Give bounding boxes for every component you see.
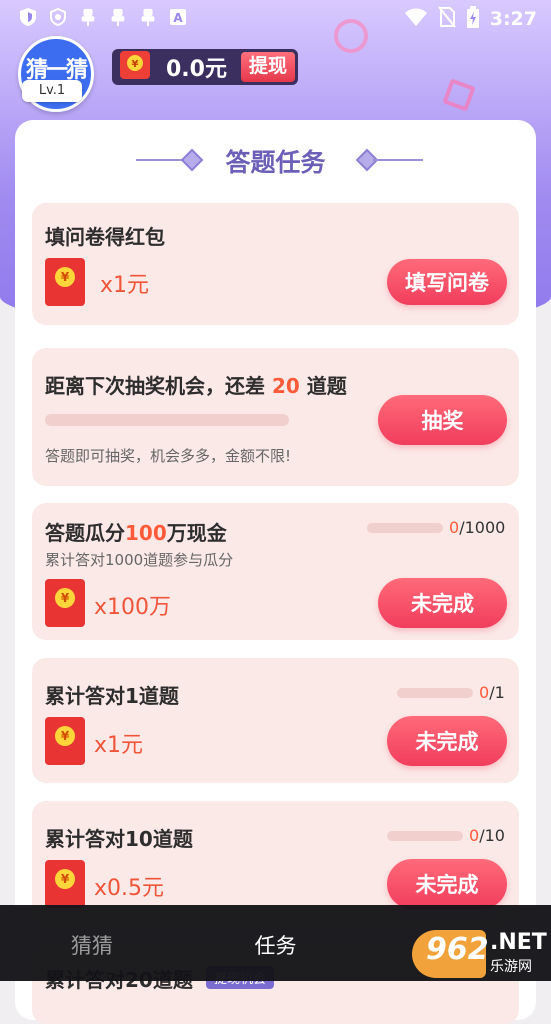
red-packet-icon: ¥: [45, 717, 85, 765]
red-packet-icon: ¥: [45, 579, 85, 627]
task-count: 0/1000: [449, 518, 505, 537]
red-packet-icon: ¥: [45, 258, 85, 306]
wifi-icon: [404, 7, 428, 31]
incomplete-button[interactable]: 未完成: [387, 716, 507, 766]
task-count: 0/1: [479, 683, 505, 702]
svg-text:A: A: [173, 11, 183, 25]
title-highlight: 20: [271, 374, 300, 398]
count-current: 0: [469, 826, 480, 845]
section-header: 答题任务: [0, 140, 551, 180]
nav-item-tasks[interactable]: 任务: [184, 905, 368, 981]
task-reward: x1元: [94, 733, 144, 758]
status-time: 3:27: [489, 8, 537, 30]
task-progress-bar: [397, 688, 473, 698]
title-prefix: 答题瓜分: [45, 521, 125, 545]
balance-pill: ¥ 0.0元 提现: [112, 49, 298, 85]
task-count: 0/10: [469, 826, 505, 845]
incomplete-button[interactable]: 未完成: [378, 578, 507, 628]
task-title: 累计答对10道题: [45, 827, 193, 851]
task-subtitle: 累计答对1000道题参与瓜分: [45, 551, 234, 569]
title-suffix: 万现金: [166, 521, 227, 545]
watermark-site: 乐游网: [490, 959, 532, 975]
fill-questionnaire-button[interactable]: 填写问卷: [387, 259, 507, 305]
status-icons-left: A: [18, 7, 188, 27]
task-reward: x0.5元: [94, 876, 165, 901]
status-bar: A 3:27: [0, 0, 551, 38]
watermark-logo: 962 .NET 乐游网: [412, 930, 548, 978]
font-a-icon: A: [168, 7, 188, 27]
task-title: 答题瓜分100万现金: [45, 517, 227, 546]
lottery-button[interactable]: 抽奖: [378, 395, 507, 445]
count-total: /1: [489, 683, 505, 702]
task-card-questionnaire: 填问卷得红包 ¥ x1元 填写问卷: [32, 203, 519, 325]
section-title: 答题任务: [225, 148, 326, 177]
incomplete-button[interactable]: 未完成: [387, 859, 507, 909]
level-badge: Lv.1: [22, 80, 82, 102]
svg-text:¥: ¥: [132, 59, 139, 70]
task-card-lottery: 距离下次抽奖机会，还差 20 道题 答题即可抽奖，机会多多，金额不限! 抽奖: [32, 348, 519, 486]
battery-icon: [466, 6, 480, 32]
nav-item-guess[interactable]: 猜猜: [0, 905, 184, 981]
red-packet-icon: ¥: [45, 860, 85, 908]
no-sim-icon: [437, 6, 456, 32]
status-icons-right: 3:27: [404, 6, 537, 32]
task-title: 距离下次抽奖机会，还差 20 道题: [45, 370, 347, 399]
balance-value: 0.0元: [166, 57, 227, 82]
task-subtitle: 答题即可抽奖，机会多多，金额不限!: [45, 447, 292, 465]
bug-icon: [138, 7, 158, 27]
withdraw-button[interactable]: 提现: [240, 52, 295, 82]
title-suffix: 道题: [299, 374, 347, 398]
vpn-shield-icon: [48, 7, 68, 27]
count-total: /1000: [459, 518, 506, 537]
task-title: 填问卷得红包: [45, 225, 165, 249]
bug-icon: [78, 7, 98, 27]
watermark-number: 962: [426, 932, 489, 967]
title-prefix: 距离下次抽奖机会，还差: [45, 374, 272, 398]
task-card-answer-1: 累计答对1道题 0/1 ¥ x1元 未完成: [32, 658, 519, 783]
count-total: /10: [479, 826, 505, 845]
task-progress-bar: [387, 831, 463, 841]
shield-icon: [18, 7, 38, 27]
task-reward: x100万: [94, 595, 172, 620]
count-current: 0: [449, 518, 460, 537]
count-current: 0: [479, 683, 490, 702]
lottery-progress-bar: [45, 414, 289, 426]
watermark-net: .NET: [490, 930, 547, 955]
task-reward: x1元: [100, 273, 150, 298]
red-packet-icon: ¥: [118, 50, 152, 84]
task-card-share-cash: 答题瓜分100万现金 0/1000 累计答对1000道题参与瓜分 ¥ x100万…: [32, 503, 519, 640]
bug-icon: [108, 7, 128, 27]
title-divider-right: [373, 159, 423, 161]
task-progress-bar: [367, 523, 443, 533]
task-title: 累计答对1道题: [45, 684, 179, 708]
title-highlight: 100: [125, 521, 167, 545]
